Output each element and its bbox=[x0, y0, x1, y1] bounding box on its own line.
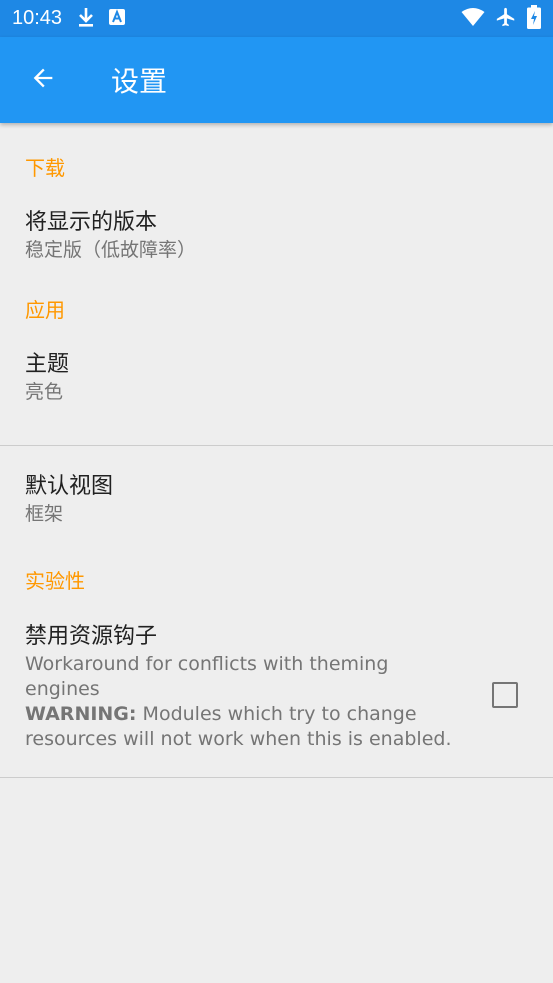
arrow-back-icon bbox=[29, 64, 57, 96]
back-button[interactable] bbox=[13, 50, 73, 110]
category-app: 应用 bbox=[25, 298, 65, 322]
battery-icon bbox=[527, 4, 541, 33]
pref-hooks-title: 禁用资源钩子 bbox=[25, 624, 158, 649]
divider bbox=[0, 777, 553, 778]
wifi-icon bbox=[461, 7, 485, 31]
settings-list: 下载 将显示的版本 稳定版（低故障率） 应用 主题 亮色 默认视图 框架 实验性… bbox=[0, 123, 553, 778]
pref-hooks-summary-line: Workaround for conflicts with theming en… bbox=[25, 653, 389, 700]
pref-theme[interactable]: 主题 亮色 bbox=[0, 350, 553, 445]
download-icon bbox=[76, 6, 96, 32]
pref-version[interactable]: 将显示的版本 稳定版（低故障率） bbox=[0, 208, 553, 292]
status-right-icons bbox=[461, 4, 541, 33]
pref-disable-resource-hooks[interactable]: 禁用资源钩子 Workaround for conflicts with the… bbox=[0, 622, 553, 777]
pref-default-view-title: 默认视图 bbox=[25, 474, 114, 499]
status-left-icons bbox=[76, 6, 126, 32]
disable-hooks-checkbox[interactable] bbox=[492, 682, 518, 708]
status-bar: 10:43 bbox=[0, 0, 553, 37]
pref-theme-title: 主题 bbox=[25, 352, 70, 377]
pref-default-view-summary: 框架 bbox=[25, 503, 64, 525]
app-bar: 设置 bbox=[0, 37, 553, 123]
category-download: 下载 bbox=[25, 156, 65, 180]
pref-version-summary: 稳定版（低故障率） bbox=[25, 239, 197, 261]
pref-version-title: 将显示的版本 bbox=[25, 210, 158, 235]
airplane-icon bbox=[495, 6, 517, 32]
warning-label: WARNING: bbox=[25, 703, 137, 725]
category-experimental: 实验性 bbox=[25, 569, 85, 593]
pref-theme-summary: 亮色 bbox=[25, 381, 64, 403]
page-title: 设置 bbox=[111, 65, 168, 98]
status-time: 10:43 bbox=[12, 7, 63, 29]
pref-hooks-summary: Workaround for conflicts with theming en… bbox=[25, 652, 458, 752]
pref-default-view[interactable]: 默认视图 框架 bbox=[0, 446, 553, 566]
a-notification-icon bbox=[108, 8, 126, 30]
